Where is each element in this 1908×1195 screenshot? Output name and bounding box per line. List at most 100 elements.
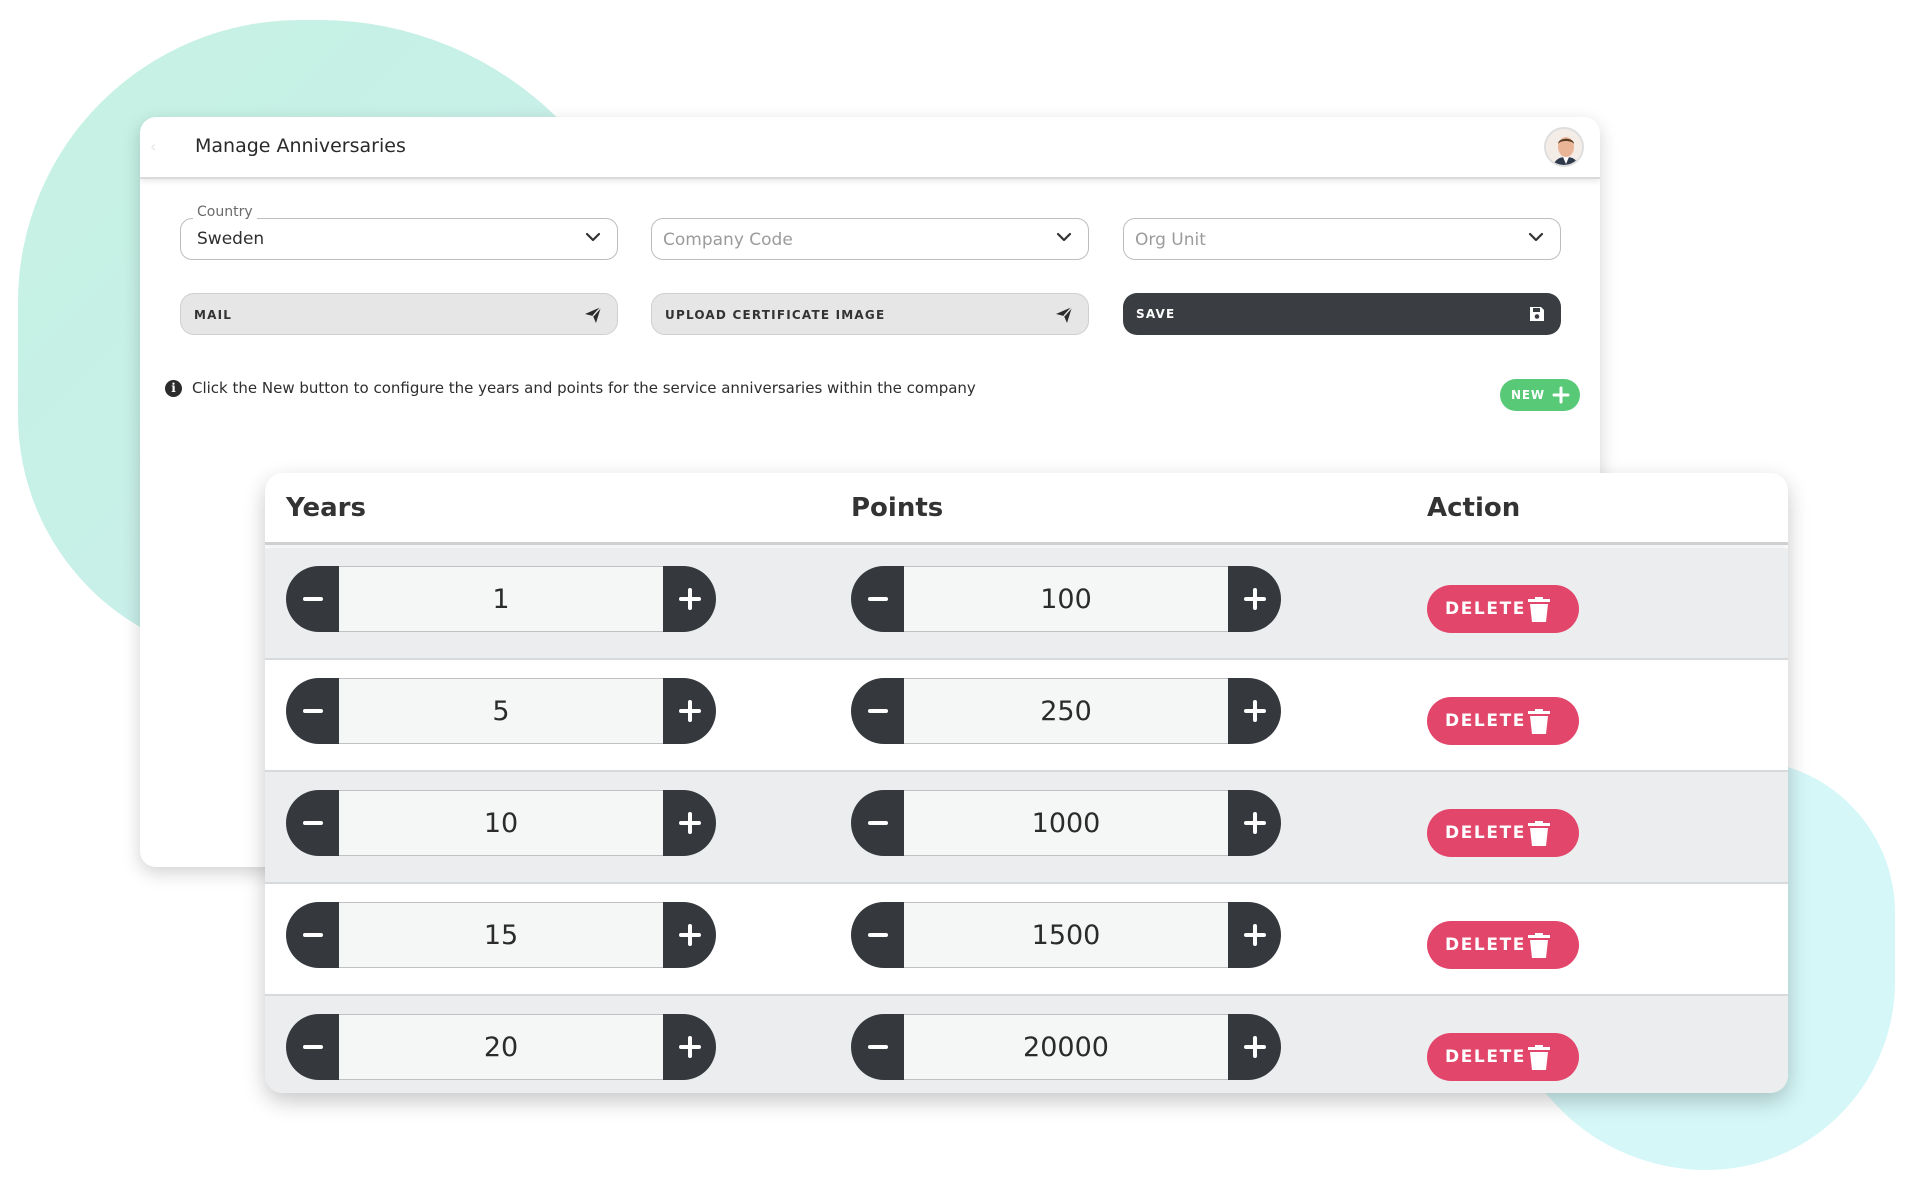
minus-icon	[867, 1045, 888, 1049]
decrement-button[interactable]	[286, 566, 339, 632]
avatar[interactable]	[1544, 127, 1584, 167]
send-icon	[1056, 306, 1073, 323]
new-button-label: NEW	[1511, 388, 1545, 402]
delete-button[interactable]: DELETE	[1427, 809, 1579, 857]
decrement-button[interactable]	[286, 678, 339, 744]
points-value[interactable]: 1500	[904, 902, 1228, 968]
upload-certificate-button[interactable]: UPLOAD CERTIFICATE IMAGE	[651, 293, 1089, 335]
years-value[interactable]: 10	[339, 790, 663, 856]
delete-button-label: DELETE	[1445, 711, 1526, 731]
increment-button[interactable]	[663, 902, 716, 968]
increment-button[interactable]	[1228, 678, 1281, 744]
trash-icon	[1528, 1045, 1550, 1070]
points-value[interactable]: 1000	[904, 790, 1228, 856]
years-stepper[interactable]: 5	[286, 678, 716, 744]
info-icon: i	[165, 379, 182, 397]
country-select[interactable]: Country Sweden	[180, 204, 618, 260]
minus-icon	[302, 821, 323, 825]
table-row: 20 20000 DELETE	[265, 996, 1788, 1093]
delete-button[interactable]: DELETE	[1427, 585, 1579, 633]
info-message: i Click the New button to configure the …	[165, 379, 976, 397]
chevron-down-icon	[1056, 232, 1072, 242]
increment-button[interactable]	[663, 1014, 716, 1080]
trash-icon	[1528, 709, 1550, 734]
minus-icon	[867, 933, 888, 937]
plus-icon	[678, 1036, 701, 1058]
points-stepper[interactable]: 250	[851, 678, 1281, 744]
save-button[interactable]: SAVE	[1123, 293, 1561, 335]
save-button-label: SAVE	[1136, 307, 1176, 321]
decrement-button[interactable]	[286, 790, 339, 856]
points-value[interactable]: 100	[904, 566, 1228, 632]
table-row: 15 1500 DELETE	[265, 884, 1788, 994]
delete-button-label: DELETE	[1445, 823, 1526, 843]
increment-button[interactable]	[1228, 566, 1281, 632]
delete-button[interactable]: DELETE	[1427, 1033, 1579, 1081]
plus-icon	[678, 588, 701, 610]
chevron-down-icon	[1528, 232, 1544, 242]
mail-button-label: MAIL	[194, 308, 233, 322]
org-unit-select[interactable]: Org Unit	[1123, 218, 1561, 260]
points-stepper[interactable]: 1000	[851, 790, 1281, 856]
new-button[interactable]: NEW	[1500, 379, 1580, 411]
delete-button-label: DELETE	[1445, 935, 1526, 955]
years-value[interactable]: 1	[339, 566, 663, 632]
column-header-points: Points	[851, 493, 944, 523]
points-stepper[interactable]: 1500	[851, 902, 1281, 968]
increment-button[interactable]	[1228, 902, 1281, 968]
increment-button[interactable]	[1228, 1014, 1281, 1080]
org-unit-placeholder: Org Unit	[1135, 230, 1206, 250]
decrement-button[interactable]	[851, 790, 904, 856]
increment-button[interactable]	[663, 678, 716, 744]
column-header-years: Years	[286, 493, 366, 523]
plus-icon	[1243, 1036, 1266, 1058]
country-value: Sweden	[197, 229, 265, 249]
plus-icon	[1243, 924, 1266, 946]
decrement-button[interactable]	[286, 1014, 339, 1080]
minus-icon	[302, 597, 323, 601]
anniversaries-table: Years Points Action 1 100 DELETE 5 250 D…	[265, 473, 1788, 1093]
years-value[interactable]: 5	[339, 678, 663, 744]
page: ‹ Manage Anniversaries Country Sweden Co…	[0, 0, 1908, 1195]
plus-icon	[678, 924, 701, 946]
decrement-button[interactable]	[286, 902, 339, 968]
increment-button[interactable]	[1228, 790, 1281, 856]
delete-button[interactable]: DELETE	[1427, 697, 1579, 745]
points-stepper[interactable]: 20000	[851, 1014, 1281, 1080]
years-stepper[interactable]: 10	[286, 790, 716, 856]
decrement-button[interactable]	[851, 566, 904, 632]
minus-icon	[302, 1045, 323, 1049]
increment-button[interactable]	[663, 790, 716, 856]
points-value[interactable]: 20000	[904, 1014, 1228, 1080]
country-label: Country	[193, 204, 257, 220]
trash-icon	[1528, 597, 1550, 622]
delete-button[interactable]: DELETE	[1427, 921, 1579, 969]
trash-icon	[1528, 821, 1550, 846]
company-code-select[interactable]: Company Code	[651, 218, 1089, 260]
years-stepper[interactable]: 1	[286, 566, 716, 632]
card-header: ‹ Manage Anniversaries	[140, 117, 1600, 179]
chevron-left-icon[interactable]: ‹	[150, 137, 156, 156]
delete-button-label: DELETE	[1445, 599, 1526, 619]
points-value[interactable]: 250	[904, 678, 1228, 744]
plus-icon	[678, 812, 701, 834]
table-header: Years Points Action	[265, 473, 1788, 545]
trash-icon	[1528, 933, 1550, 958]
chevron-down-icon	[585, 232, 601, 242]
mail-button[interactable]: MAIL	[180, 293, 618, 335]
years-stepper[interactable]: 15	[286, 902, 716, 968]
decrement-button[interactable]	[851, 1014, 904, 1080]
minus-icon	[867, 709, 888, 713]
points-stepper[interactable]: 100	[851, 566, 1281, 632]
increment-button[interactable]	[663, 566, 716, 632]
decrement-button[interactable]	[851, 902, 904, 968]
decrement-button[interactable]	[851, 678, 904, 744]
years-value[interactable]: 15	[339, 902, 663, 968]
upload-certificate-label: UPLOAD CERTIFICATE IMAGE	[665, 308, 886, 322]
years-value[interactable]: 20	[339, 1014, 663, 1080]
minus-icon	[302, 709, 323, 713]
years-stepper[interactable]: 20	[286, 1014, 716, 1080]
plus-icon	[1243, 812, 1266, 834]
table-row: 1 100 DELETE	[265, 548, 1788, 658]
table-row: 10 1000 DELETE	[265, 772, 1788, 882]
